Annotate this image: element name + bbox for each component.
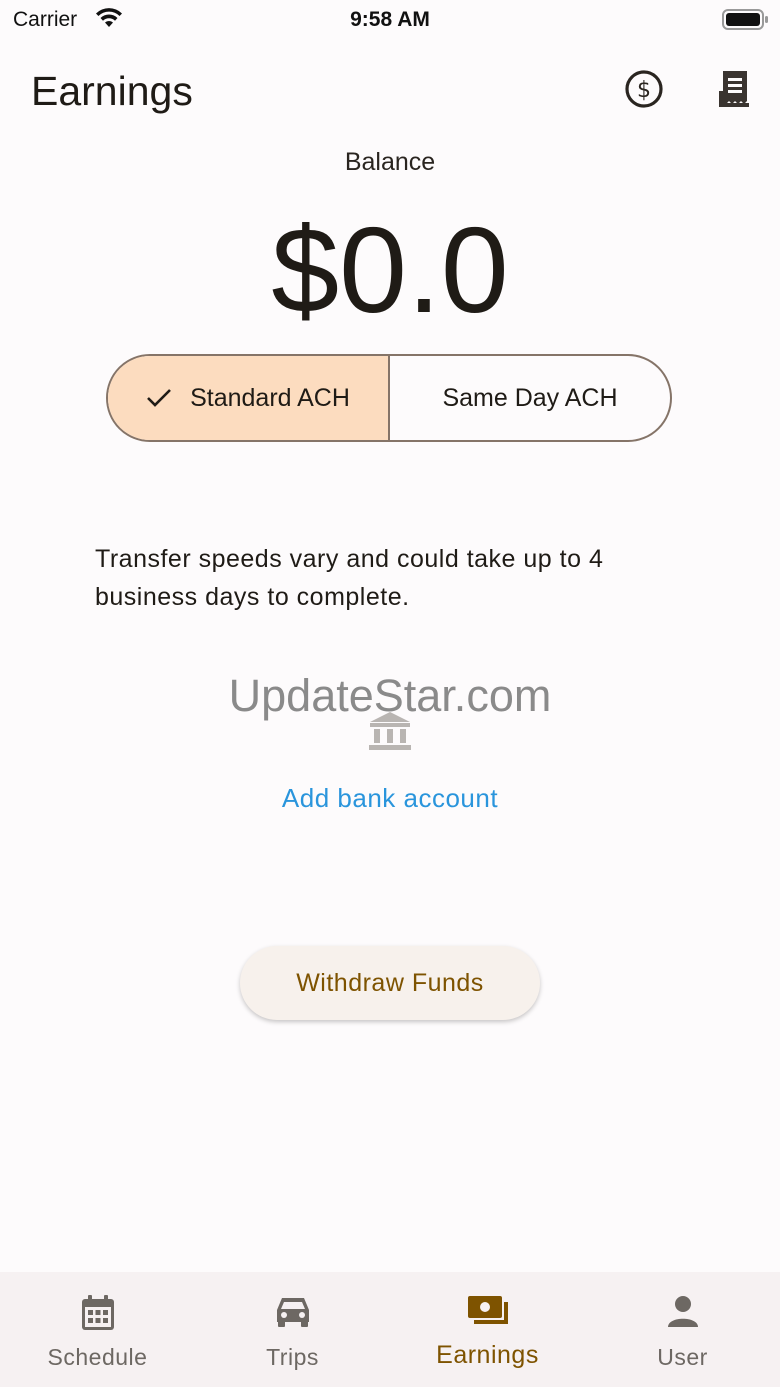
svg-text:$: $ xyxy=(637,78,651,103)
check-icon xyxy=(146,388,172,408)
receipt-icon xyxy=(717,69,753,114)
bank-icon xyxy=(366,710,414,757)
tab-trips[interactable]: Trips xyxy=(195,1272,390,1387)
person-icon xyxy=(666,1294,700,1333)
tab-schedule[interactable]: Schedule xyxy=(0,1272,195,1387)
dollar-circle-icon: $ xyxy=(624,69,664,114)
tab-schedule-label: Schedule xyxy=(47,1344,148,1370)
earnings-summary-button[interactable]: $ xyxy=(621,68,667,114)
add-bank-account-link[interactable]: Add bank account xyxy=(0,783,780,814)
payments-icon xyxy=(466,1294,510,1333)
car-icon xyxy=(274,1294,312,1333)
page-title: Earnings xyxy=(31,68,193,114)
tab-earnings[interactable]: Earnings xyxy=(390,1272,585,1387)
tab-user[interactable]: User xyxy=(585,1272,780,1387)
tab-earnings-label: Earnings xyxy=(436,1341,539,1369)
standard-ach-option[interactable]: Standard ACH xyxy=(108,356,390,440)
battery-icon xyxy=(722,8,770,37)
bottom-tab-bar: Schedule Trips Earnings User xyxy=(0,1272,780,1387)
tab-trips-label: Trips xyxy=(266,1344,319,1370)
status-bar: Carrier 9:58 AM xyxy=(0,0,780,44)
same-day-ach-option[interactable]: Same Day ACH xyxy=(390,356,670,440)
calendar-icon xyxy=(80,1294,116,1337)
balance-amount: $0.0 xyxy=(271,202,509,338)
transfer-type-toggle: Standard ACH Same Day ACH xyxy=(106,354,672,442)
standard-ach-label: Standard ACH xyxy=(190,383,350,412)
clock: 9:58 AM xyxy=(350,8,430,31)
tab-user-label: User xyxy=(657,1344,708,1370)
statements-button[interactable] xyxy=(712,68,758,114)
balance-label: Balance xyxy=(344,148,436,176)
withdraw-funds-button[interactable]: Withdraw Funds xyxy=(240,946,540,1020)
transfer-speed-note: Transfer speeds vary and could take up t… xyxy=(95,545,604,611)
same-day-ach-label: Same Day ACH xyxy=(442,383,618,412)
